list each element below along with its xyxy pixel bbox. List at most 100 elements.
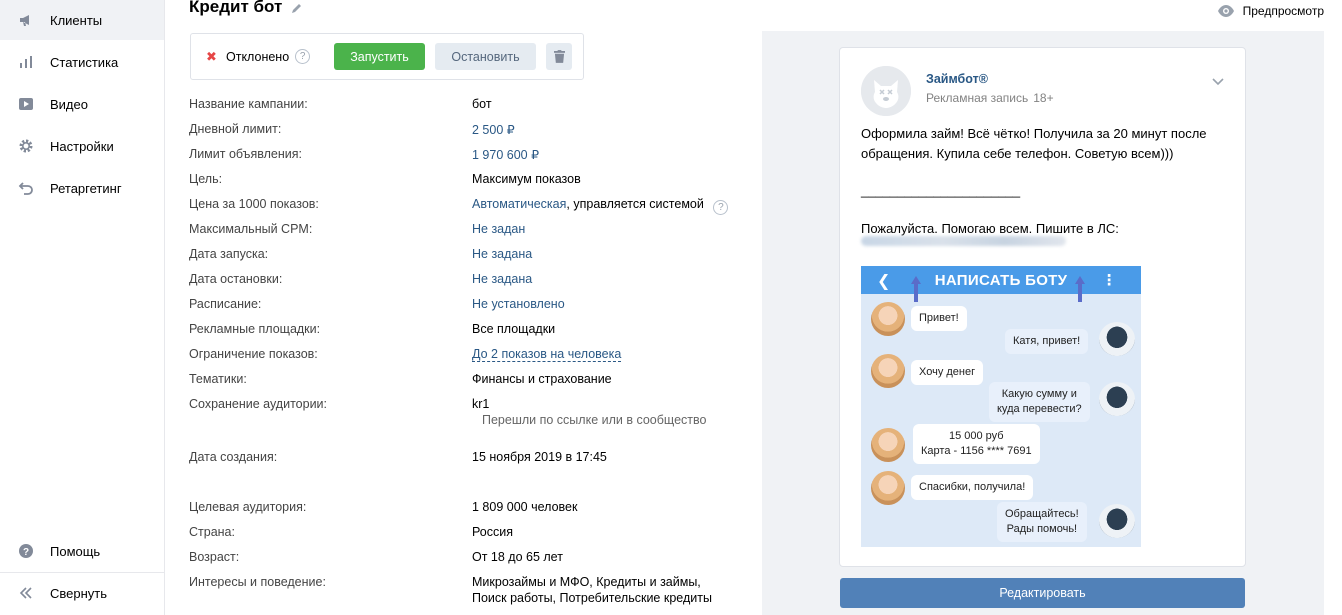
chat-image[interactable]: ❮ НАПИСАТЬ БОТУ ⋮ Привет! Катя, привет! …	[861, 266, 1141, 547]
detail-label: Дата остановки:	[189, 272, 283, 286]
sidebar-item-label: Видео	[50, 96, 88, 112]
dog-placeholder-icon	[861, 66, 911, 116]
chevron-down-icon[interactable]	[1211, 74, 1225, 88]
video-icon	[18, 96, 34, 112]
question-icon[interactable]: ?	[295, 49, 311, 64]
retarget-icon	[18, 180, 34, 196]
gear-icon	[18, 138, 34, 154]
detail-label: Максимальный CPM:	[189, 222, 313, 236]
detail-label: Лимит объявления:	[189, 147, 302, 161]
detail-label: Дата запуска:	[189, 247, 269, 261]
launch-button[interactable]: Запустить	[334, 43, 425, 70]
detail-label: Страна:	[189, 525, 235, 539]
chat-bubble-user: Хочу денег	[911, 360, 984, 385]
chat-line: Карта - 1156 **** 7691	[921, 445, 1032, 457]
sidebar-item-label: Помощь	[50, 543, 101, 559]
sidebar: Клиенты Статистика Видео Настройки Ретар…	[0, 0, 165, 615]
detail-value: Максимум показов	[472, 172, 581, 186]
post-subtitle: Рекламная запись 18+	[926, 91, 1054, 105]
preview-link[interactable]: Предпросмотр	[1217, 4, 1324, 18]
stop-button[interactable]: Остановить	[435, 43, 536, 70]
detail-value: kr1	[472, 397, 490, 411]
audience-note: Перешли по ссылке или в сообщество	[482, 413, 707, 427]
blurred-link	[861, 236, 1066, 246]
chat-line: Какую сумму и	[1001, 388, 1077, 400]
delete-button[interactable]	[546, 43, 572, 70]
chat-line: Рады помочь!	[1006, 523, 1078, 535]
user-avatar	[871, 471, 905, 505]
rejected-icon: ✖	[206, 48, 217, 64]
post-author[interactable]: Займбот®	[926, 72, 988, 86]
chat-line: Обращайтесь!	[1005, 508, 1079, 520]
sidebar-item-clients[interactable]: Клиенты	[0, 0, 164, 40]
campaign-title: Кредит бот	[189, 0, 283, 16]
chat-header-title: НАПИСАТЬ БОТУ	[934, 271, 1068, 289]
trash-icon	[553, 50, 565, 63]
user-avatar	[871, 302, 905, 336]
detail-value: Финансы и страхование	[472, 372, 612, 386]
question-icon[interactable]: ?	[713, 200, 729, 215]
post-text-line: Оформила займ! Всё чётко! Получила за 20…	[861, 126, 1207, 141]
detail-label: Название кампании:	[189, 97, 308, 111]
stop-date-link[interactable]: Не задана	[472, 272, 532, 286]
detail-value: Автоматическая, управляется системой ?	[472, 197, 729, 215]
detail-label: Дневной лимит:	[189, 122, 282, 136]
schedule-link[interactable]: Не установлено	[472, 297, 565, 311]
detail-label: Ограничение показов:	[189, 347, 318, 361]
status-text: Отклонено	[226, 49, 290, 64]
sidebar-collapse[interactable]: Свернуть	[0, 573, 164, 613]
megaphone-icon	[18, 12, 34, 28]
sidebar-item-video[interactable]: Видео	[0, 84, 164, 124]
sidebar-item-label: Клиенты	[50, 12, 103, 28]
bot-avatar	[1099, 504, 1135, 538]
pencil-icon[interactable]	[290, 0, 304, 14]
arrow-up-icon	[1075, 276, 1085, 302]
arrow-up-icon	[911, 276, 921, 302]
detail-label: Сохранение аудитории:	[189, 397, 328, 411]
ad-label: Рекламная запись	[926, 91, 1029, 105]
user-avatar	[871, 354, 905, 388]
sidebar-item-retargeting[interactable]: Ретаргетинг	[0, 168, 164, 208]
detail-label: Расписание:	[189, 297, 262, 311]
detail-label: Цель:	[189, 172, 223, 186]
help-icon: ?	[18, 543, 34, 559]
chat-bubble-user: Привет!	[911, 306, 967, 331]
detail-value: 15 ноября 2019 в 17:45	[472, 450, 607, 464]
sidebar-item-settings[interactable]: Настройки	[0, 126, 164, 166]
chat-line: 15 000 руб	[948, 430, 1004, 442]
edit-button[interactable]: Редактировать	[840, 578, 1245, 608]
post-separator: ______________________	[861, 183, 1021, 198]
detail-label: Цена за 1000 показов:	[189, 197, 319, 211]
avatar[interactable]	[861, 66, 911, 116]
chat-bubble-bot: Катя, привет!	[1005, 329, 1089, 354]
chat-bubble-bot: Обращайтесь! Рады помочь!	[997, 502, 1087, 542]
eye-icon	[1217, 5, 1234, 17]
detail-label: Интересы и поведение:	[189, 575, 326, 589]
cpm-suffix: , управляется системой	[566, 197, 704, 211]
detail-label: Возраст:	[189, 550, 240, 564]
frequency-limit-link[interactable]: До 2 показов на человека	[472, 347, 622, 362]
detail-value: От 18 до 65 лет	[472, 550, 563, 564]
detail-label: Рекламные площадки:	[189, 322, 321, 336]
svg-text:?: ?	[23, 547, 29, 558]
detail-value: Россия	[472, 525, 513, 539]
post-text-line: обращения. Купила себе телефон. Советую …	[861, 146, 1174, 161]
sidebar-item-statistics[interactable]: Статистика	[0, 42, 164, 82]
detail-value: Микрозаймы и МФО, Кредиты и займы,	[472, 575, 701, 589]
page-title: Кредит бот	[189, 0, 304, 17]
detail-value: 1 809 000 человек	[472, 500, 578, 514]
bot-avatar	[1099, 382, 1135, 416]
cpm-auto-link[interactable]: Автоматическая	[472, 197, 566, 211]
max-cpm-link[interactable]: Не задан	[472, 222, 525, 236]
detail-value: бот	[472, 97, 492, 111]
sidebar-item-help[interactable]: ? Помощь	[0, 531, 164, 571]
detail-value: Поиск работы, Потребительские кредиты	[472, 591, 712, 605]
sidebar-item-label: Ретаргетинг	[50, 180, 122, 196]
daily-limit-link[interactable]: 2 500 ₽	[472, 122, 515, 137]
chat-bubble-user: Спасибки, получила!	[911, 475, 1034, 500]
ad-limit-link[interactable]: 1 970 600 ₽	[472, 147, 539, 162]
chat-bubble-user: 15 000 руб Карта - 1156 **** 7691	[913, 424, 1040, 464]
start-date-link[interactable]: Не задана	[472, 247, 532, 261]
double-chevron-left-icon	[18, 585, 34, 601]
ad-preview-panel: Займбот® Рекламная запись 18+ Оформила за…	[762, 31, 1324, 615]
